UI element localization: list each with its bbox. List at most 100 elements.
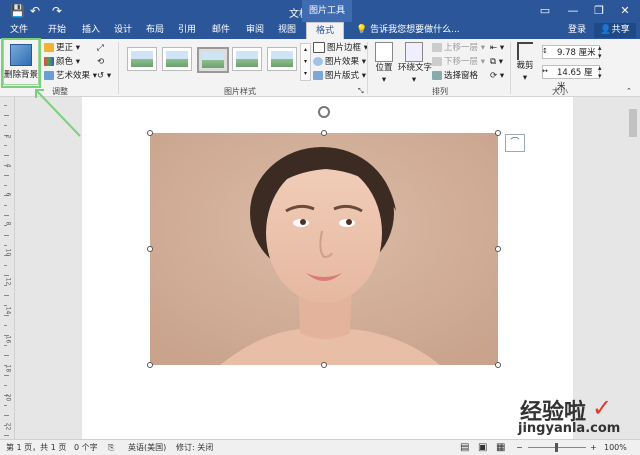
scroll-thumb[interactable] <box>629 109 637 137</box>
tab-view[interactable]: 视图 <box>272 22 302 39</box>
border-icon <box>313 42 325 53</box>
align-icon[interactable]: ⇤ ▾ <box>490 42 504 54</box>
ribbon: 删除背景 更正 ▾ 颜色 ▾ 艺术效果 ▾ ⤢ ⟲ ↺ ▾ 调整 ▴ ▾ ▾ 图片边… <box>0 39 640 97</box>
share-button[interactable]: 👤共享 <box>594 23 636 38</box>
tell-me-box[interactable]: 💡 告诉我您想要做什么... <box>356 22 460 39</box>
wrap-text-button[interactable]: 环绕文字 ▾ <box>398 42 432 86</box>
resize-handle-mr[interactable] <box>495 246 501 252</box>
ruler-number: 18 <box>4 364 12 373</box>
restore-button[interactable]: ❐ <box>588 2 610 20</box>
rotate-handle-icon[interactable] <box>318 106 330 118</box>
shape-height-field[interactable]: 9.78 厘米 <box>542 45 600 59</box>
resize-handle-bm[interactable] <box>321 362 327 368</box>
group-arrange-label: 排列 <box>432 87 448 96</box>
ruler-tick <box>4 175 9 176</box>
language[interactable]: 英语(美国) <box>128 440 166 455</box>
ruler-tick <box>4 385 7 386</box>
ruler-tick <box>4 355 9 356</box>
picture-border-label: 图片边框 <box>327 43 362 53</box>
ruler-number: 8 <box>4 221 12 226</box>
selection-pane-button[interactable]: 选择窗格 <box>432 70 478 82</box>
word-count[interactable]: 0 个字 <box>74 440 98 455</box>
ruler-tick <box>4 245 7 246</box>
crop-button[interactable]: 裁剪 ▾ <box>514 42 536 84</box>
page-count[interactable]: 第 1 页，共 1 页 <box>6 440 66 455</box>
divider <box>510 42 511 94</box>
group-icon[interactable]: ⧉ ▾ <box>490 56 503 68</box>
styles-scroll-icon[interactable]: ▴ ▾ ▾ <box>300 43 311 81</box>
bring-forward-button[interactable]: 上移一层 ▾ <box>432 42 485 54</box>
vertical-scrollbar[interactable] <box>626 97 640 439</box>
picture-style-5[interactable] <box>267 47 297 71</box>
zoom-in-icon[interactable]: + <box>590 440 597 455</box>
tab-review[interactable]: 审阅 <box>240 22 270 39</box>
wrap-text-icon <box>405 42 423 62</box>
selected-picture[interactable] <box>150 133 498 365</box>
tab-design[interactable]: 设计 <box>108 22 138 39</box>
minimize-button[interactable]: — <box>562 2 584 20</box>
read-mode-icon[interactable]: ▤ <box>460 440 469 455</box>
resize-handle-tr[interactable] <box>495 130 501 136</box>
ruler-number: 2 <box>4 134 12 139</box>
ruler-tick <box>4 315 9 316</box>
resize-handle-ml[interactable] <box>147 246 153 252</box>
ruler-tick <box>4 235 9 236</box>
ruler-number: 14 <box>4 306 12 315</box>
collapse-ribbon-icon[interactable]: ⌃ <box>626 85 632 97</box>
web-layout-icon[interactable]: ▦ <box>496 440 505 455</box>
picture-effects-button[interactable]: 图片效果 ▾ <box>313 56 366 68</box>
resize-handle-bl[interactable] <box>147 362 153 368</box>
dropdown-arrow-icon: ▾ <box>381 75 387 85</box>
close-button[interactable]: ✕ <box>614 2 636 20</box>
layout-options-icon[interactable]: ⌒ <box>505 134 525 152</box>
height-spinner-icon[interactable]: ▴ ▾ <box>598 44 602 60</box>
resize-handle-tm[interactable] <box>321 130 327 136</box>
shape-width-input[interactable]: 14.65 厘米 <box>542 65 600 92</box>
tab-references[interactable]: 引用 <box>172 22 202 39</box>
tab-format[interactable]: 格式 <box>306 22 344 40</box>
reset-picture-icon[interactable]: ↺ ▾ <box>97 70 111 82</box>
crop-label: 裁剪 <box>516 61 534 71</box>
picture-layout-button[interactable]: 图片版式 ▾ <box>313 70 366 82</box>
divider <box>118 42 119 94</box>
ruler-number: 20 <box>4 393 12 402</box>
check-icon: ✓ <box>592 394 613 422</box>
ruler-tick <box>4 265 7 266</box>
width-spinner-icon[interactable]: ▴ ▾ <box>598 64 602 80</box>
proofing-icon[interactable]: ⎘ <box>108 440 114 455</box>
change-picture-icon[interactable]: ⟲ <box>97 56 104 68</box>
zoom-level[interactable]: 100% <box>604 440 627 455</box>
resize-handle-tl[interactable] <box>147 130 153 136</box>
tab-mailings[interactable]: 邮件 <box>206 22 236 39</box>
ruler-tick <box>4 125 7 126</box>
zoom-slider-thumb[interactable] <box>555 443 558 452</box>
ruler-tick <box>4 155 9 156</box>
send-backward-icon <box>432 57 442 66</box>
shape-height-input[interactable]: 9.78 厘米 <box>542 45 600 59</box>
vertical-ruler: 2 4 6 8 10 12 14 16 18 20 22 <box>0 97 15 439</box>
picture-style-1[interactable] <box>127 47 157 71</box>
picture-style-2[interactable] <box>162 47 192 71</box>
compress-icon[interactable]: ⤢ <box>97 42 104 54</box>
dropdown-arrow-icon: ▾ <box>522 73 528 83</box>
position-button[interactable]: 位置 ▾ <box>373 42 395 86</box>
ribbon-display-icon[interactable]: ▭ <box>534 2 556 20</box>
track-changes[interactable]: 修订: 关闭 <box>176 440 213 455</box>
sign-in-link[interactable]: 登录 <box>568 22 586 39</box>
resize-handle-br[interactable] <box>495 362 501 368</box>
shape-width-field[interactable]: 14.65 厘米 <box>542 65 600 92</box>
dialog-launcher-icon[interactable]: ⤡ <box>358 85 364 97</box>
share-label: 共享 <box>611 25 630 35</box>
zoom-out-icon[interactable]: − <box>516 440 523 455</box>
crop-icon <box>517 42 533 60</box>
tell-me-text: 告诉我您想要做什么... <box>370 25 460 35</box>
picture-effects-label: 图片效果 <box>325 57 360 67</box>
picture-border-button[interactable]: 图片边框 ▾ <box>313 42 368 54</box>
bring-forward-icon <box>432 43 442 52</box>
tab-layout[interactable]: 布局 <box>140 22 170 39</box>
picture-style-3[interactable] <box>197 47 229 73</box>
send-backward-button[interactable]: 下移一层 ▾ <box>432 56 485 68</box>
picture-style-4[interactable] <box>232 47 262 71</box>
rotate-icon[interactable]: ⟳ ▾ <box>490 70 504 82</box>
print-layout-icon[interactable]: ▣ <box>478 440 487 455</box>
